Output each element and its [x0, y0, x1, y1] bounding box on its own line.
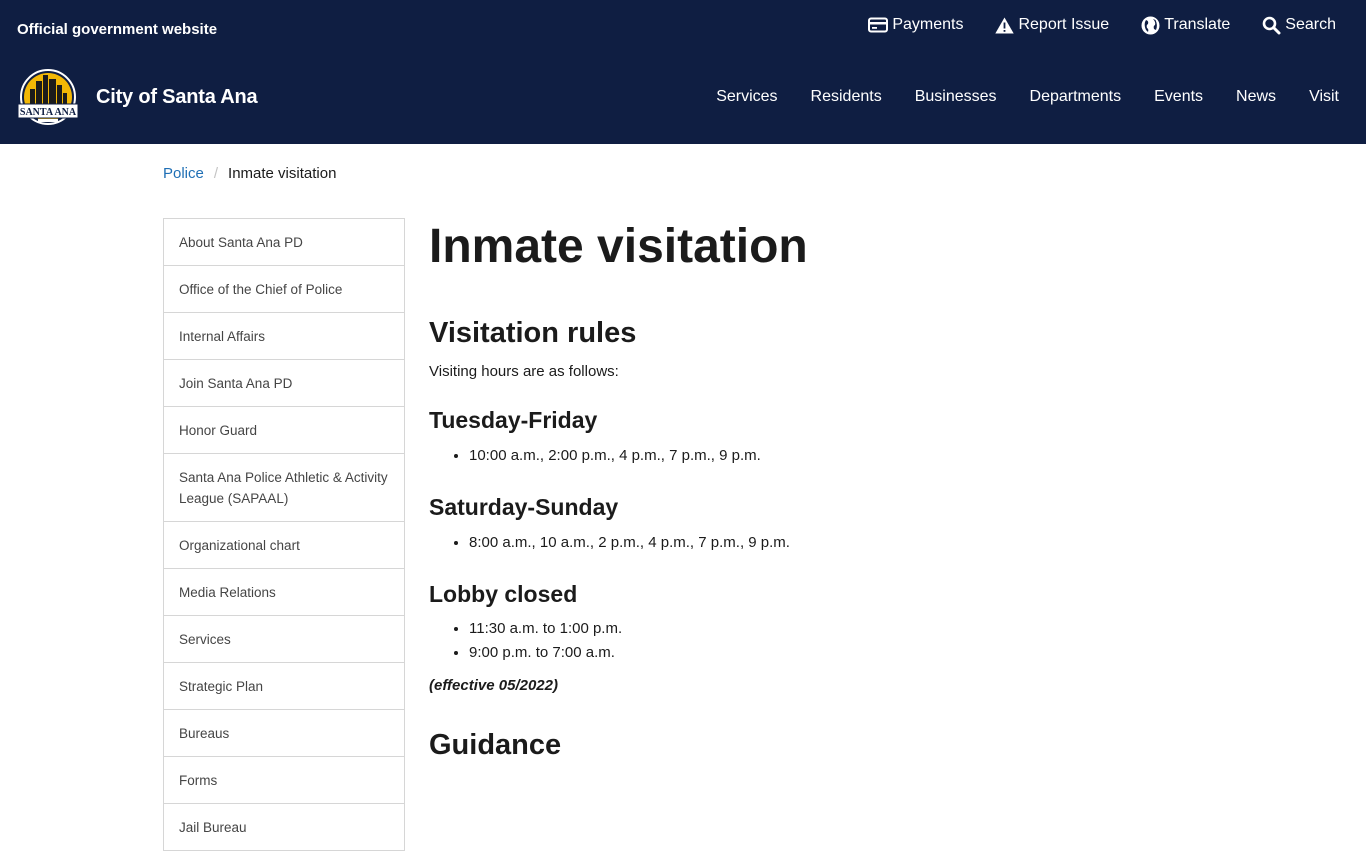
breadcrumb-police-link[interactable]: Police	[163, 165, 204, 182]
sidebar-item-chief-office[interactable]: Office of the Chief of Police	[164, 266, 404, 313]
sidebar-item-bureaus[interactable]: Bureaus	[164, 710, 404, 757]
breadcrumb: Police / Inmate visitation	[163, 165, 336, 182]
credit-card-icon	[868, 17, 889, 33]
warning-icon	[995, 17, 1015, 34]
city-seal-logo[interactable]: SANTA ANA	[16, 67, 80, 125]
sidebar-item-org-chart[interactable]: Organizational chart	[164, 522, 404, 569]
visitation-rules-heading: Visitation rules	[429, 317, 637, 349]
payments-link[interactable]: Payments	[868, 14, 963, 36]
sidebar-item-forms[interactable]: Forms	[164, 757, 404, 804]
utility-nav: Payments Report Issue Translate Search	[868, 14, 1336, 36]
main-nav: Services Residents Businesses Department…	[716, 88, 1339, 106]
globe-icon	[1141, 16, 1160, 35]
list-item: 8:00 a.m., 10 a.m., 2 p.m., 4 p.m., 7 p.…	[469, 531, 1229, 555]
lobby-times-list: 11:30 a.m. to 1:00 p.m. 9:00 p.m. to 7:0…	[469, 617, 1229, 665]
site-brand-link[interactable]: City of Santa Ana	[96, 86, 258, 109]
sidebar-item-jail-bureau[interactable]: Jail Bureau	[164, 804, 404, 851]
nav-residents[interactable]: Residents	[811, 88, 882, 106]
effective-date-note: (effective 05/2022)	[429, 677, 558, 694]
report-issue-label: Report Issue	[1018, 16, 1110, 33]
sidebar-item-internal-affairs[interactable]: Internal Affairs	[164, 313, 404, 360]
search-icon	[1262, 16, 1281, 35]
breadcrumb-current: Inmate visitation	[228, 165, 337, 182]
nav-departments[interactable]: Departments	[1030, 88, 1122, 106]
translate-label: Translate	[1164, 16, 1231, 33]
report-issue-link[interactable]: Report Issue	[995, 14, 1109, 36]
weekday-heading: Tuesday-Friday	[429, 407, 598, 433]
sidebar-item-media-relations[interactable]: Media Relations	[164, 569, 404, 616]
nav-news[interactable]: News	[1236, 88, 1276, 106]
list-item: 10:00 a.m., 2:00 p.m., 4 p.m., 7 p.m., 9…	[469, 444, 1229, 468]
weekend-times-list: 8:00 a.m., 10 a.m., 2 p.m., 4 p.m., 7 p.…	[469, 531, 1229, 555]
list-item: 9:00 p.m. to 7:00 a.m.	[469, 641, 1229, 665]
official-site-label: Official government website	[17, 21, 218, 38]
payments-label: Payments	[892, 16, 964, 33]
search-link[interactable]: Search	[1262, 14, 1336, 36]
lobby-closed-heading: Lobby closed	[429, 581, 578, 607]
nav-services[interactable]: Services	[716, 88, 777, 106]
guidance-heading: Guidance	[429, 729, 562, 761]
search-label: Search	[1285, 16, 1336, 33]
nav-events[interactable]: Events	[1154, 88, 1203, 106]
breadcrumb-separator: /	[213, 165, 219, 182]
sidebar-item-about[interactable]: About Santa Ana PD	[164, 219, 404, 266]
sidebar-item-services[interactable]: Services	[164, 616, 404, 663]
sidebar-item-join[interactable]: Join Santa Ana PD	[164, 360, 404, 407]
weekend-heading: Saturday-Sunday	[429, 494, 619, 520]
main-content: Inmate visitation Visitation rules Visit…	[429, 218, 1229, 762]
list-item: 11:30 a.m. to 1:00 p.m.	[469, 617, 1229, 641]
visiting-hours-intro: Visiting hours are as follows:	[429, 363, 619, 380]
logo-text: SANTA ANA	[20, 107, 77, 118]
sidebar-item-sapaal[interactable]: Santa Ana Police Athletic & Activity Lea…	[164, 454, 404, 522]
site-header: Official government website Payments Rep…	[0, 0, 1366, 144]
sidebar-item-strategic-plan[interactable]: Strategic Plan	[164, 663, 404, 710]
weekday-times-list: 10:00 a.m., 2:00 p.m., 4 p.m., 7 p.m., 9…	[469, 444, 1229, 468]
sidebar-item-honor-guard[interactable]: Honor Guard	[164, 407, 404, 454]
sidebar-nav: About Santa Ana PD Office of the Chief o…	[163, 218, 405, 851]
nav-businesses[interactable]: Businesses	[915, 88, 997, 106]
page-title: Inmate visitation	[429, 220, 808, 273]
translate-link[interactable]: Translate	[1141, 14, 1230, 36]
nav-visit[interactable]: Visit	[1309, 88, 1339, 106]
